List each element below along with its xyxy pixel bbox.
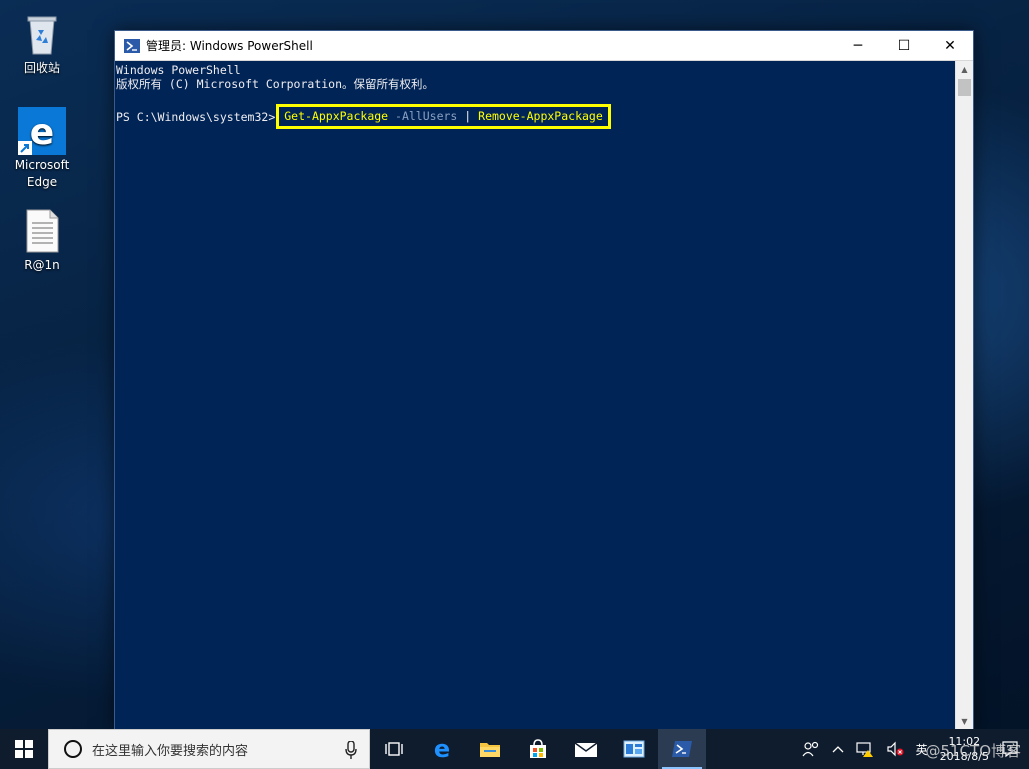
- volume-muted-icon[interactable]: [880, 741, 910, 757]
- console-prompt: PS C:\Windows\system32>: [116, 110, 276, 124]
- console-output[interactable]: Windows PowerShell 版权所有 (C) Microsoft Co…: [115, 61, 956, 730]
- command-line: PS C:\Windows\system32> Get-AppxPackage -…: [116, 104, 956, 129]
- powershell-window[interactable]: 管理员: Windows PowerShell ─ ☐ ✕ Windows Po…: [114, 30, 974, 731]
- recycle-bin-icon: [18, 10, 66, 58]
- command-parameter: -AllUsers: [388, 109, 465, 123]
- edge-icon: e: [18, 107, 66, 155]
- text-file-desktop-icon[interactable]: R@1n: [8, 207, 76, 274]
- console-copyright-line: 版权所有 (C) Microsoft Corporation。保留所有权利。: [116, 77, 435, 91]
- recycle-bin-label: 回收站: [23, 61, 60, 75]
- command-get-appxpackage: Get-AppxPackage: [284, 109, 389, 123]
- cortana-icon: [64, 740, 82, 758]
- window-title: 管理员: Windows PowerShell: [146, 39, 313, 53]
- watermark-text: @51CTO博客: [925, 742, 1021, 760]
- scroll-up-arrow-icon[interactable]: ▲: [956, 61, 973, 78]
- network-warning-icon[interactable]: [850, 741, 880, 757]
- task-view-icon[interactable]: [370, 729, 418, 769]
- window-titlebar[interactable]: 管理员: Windows PowerShell ─ ☐ ✕: [115, 31, 973, 61]
- svg-text:e: e: [434, 738, 450, 760]
- powershell-icon: [124, 38, 140, 54]
- svg-text:e: e: [30, 112, 54, 153]
- show-hidden-icons-chevron-icon[interactable]: [826, 745, 850, 753]
- taskbar-powershell-icon[interactable]: [658, 729, 706, 769]
- people-icon[interactable]: [796, 741, 826, 757]
- scroll-down-arrow-icon[interactable]: ▼: [956, 713, 973, 730]
- maximize-button[interactable]: ☐: [881, 31, 927, 60]
- control-panel-icon[interactable]: [610, 729, 658, 769]
- taskbar-search-box[interactable]: 在这里输入你要搜索的内容: [48, 729, 370, 769]
- command-highlight-box: Get-AppxPackage -AllUsers | Remove-AppxP…: [276, 104, 611, 129]
- taskbar-edge-icon[interactable]: e: [418, 729, 466, 769]
- taskbar: 在这里输入你要搜索的内容 e 英 11:02 2018/8/5 1: [0, 729, 1029, 769]
- recycle-bin-desktop-icon[interactable]: 回收站: [8, 10, 76, 77]
- edge-label: Microsoft Edge: [14, 158, 70, 189]
- scroll-thumb[interactable]: [958, 79, 971, 96]
- close-button[interactable]: ✕: [927, 31, 973, 60]
- microphone-icon[interactable]: [345, 740, 357, 763]
- text-file-label: R@1n: [24, 258, 60, 272]
- windows-logo-icon: [15, 740, 33, 758]
- text-file-icon: [18, 207, 66, 255]
- mail-icon[interactable]: [562, 729, 610, 769]
- command-remove-appxpackage: Remove-AppxPackage: [478, 109, 603, 123]
- console-header-line: Windows PowerShell: [116, 63, 241, 77]
- file-explorer-icon[interactable]: [466, 729, 514, 769]
- edge-desktop-icon[interactable]: e Microsoft Edge: [8, 107, 76, 191]
- vertical-scrollbar[interactable]: ▲ ▼: [955, 61, 973, 730]
- search-placeholder: 在这里输入你要搜索的内容: [92, 743, 249, 759]
- minimize-button[interactable]: ─: [835, 31, 881, 60]
- command-pipe: |: [464, 109, 479, 123]
- store-icon[interactable]: [514, 729, 562, 769]
- start-button[interactable]: [0, 729, 48, 769]
